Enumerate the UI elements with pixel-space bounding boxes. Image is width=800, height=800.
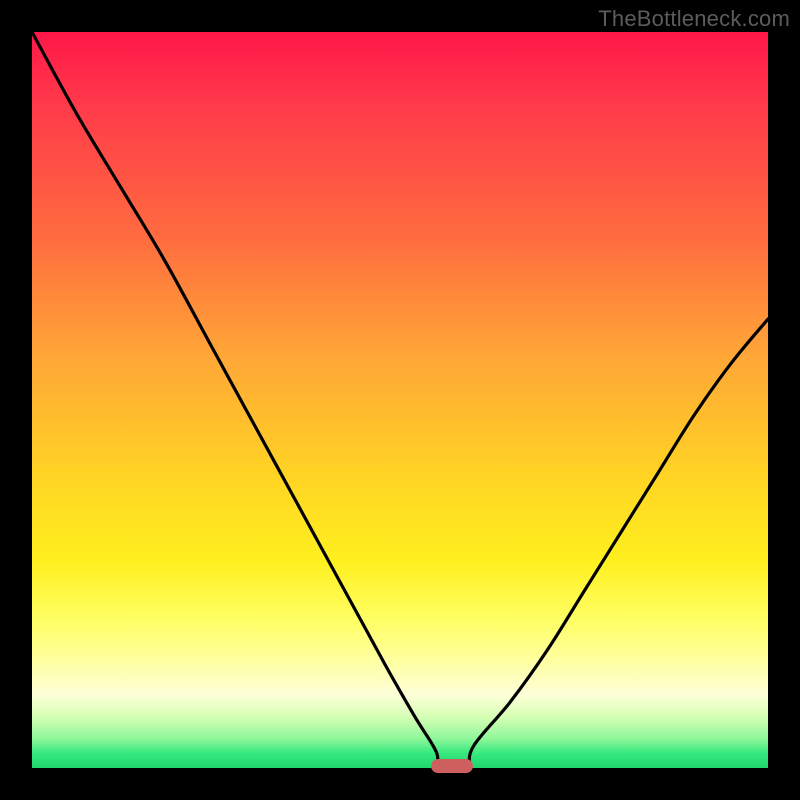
- minimum-marker: [431, 759, 473, 773]
- watermark-text: TheBottleneck.com: [598, 6, 790, 32]
- chart-frame: TheBottleneck.com: [0, 0, 800, 800]
- bottleneck-curve: [32, 32, 768, 768]
- plot-area: [32, 32, 768, 768]
